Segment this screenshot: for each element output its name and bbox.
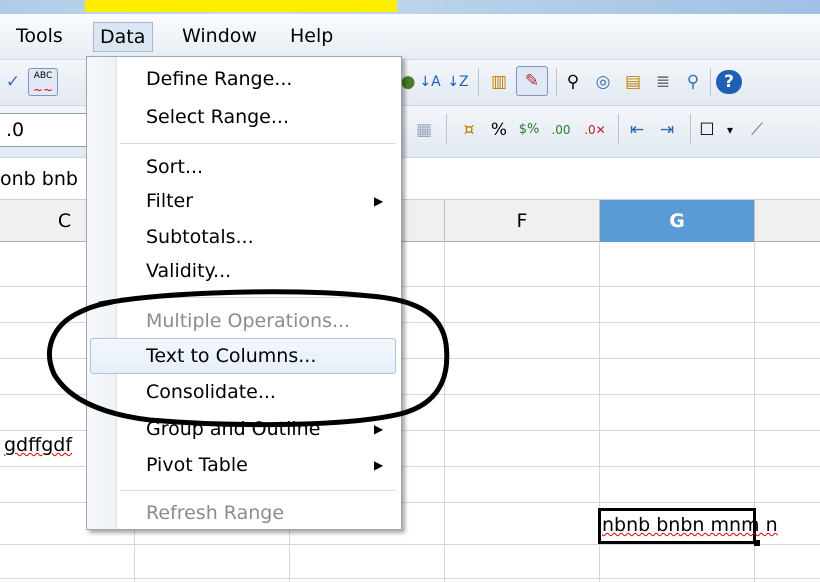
indent-decrease-icon[interactable]: ⇤ bbox=[624, 118, 650, 142]
spellcheck-icon[interactable]: ✓ bbox=[0, 70, 26, 94]
toolbar-separator bbox=[710, 68, 711, 96]
menu-item-define-range[interactable]: Define Range... bbox=[146, 64, 292, 94]
delete-decimal-icon[interactable]: .0✕ bbox=[582, 118, 608, 142]
add-decimal-icon[interactable]: .00 bbox=[548, 118, 574, 142]
toolbar-separator bbox=[618, 114, 619, 144]
toolbar-separator bbox=[690, 114, 691, 144]
menu-item-pivot-table[interactable]: Pivot Table bbox=[146, 450, 248, 480]
font-size-field[interactable]: .0 bbox=[0, 113, 88, 147]
title-highlight bbox=[85, 0, 397, 12]
row-gridline bbox=[0, 544, 820, 545]
menu-data-label: Data bbox=[100, 26, 146, 48]
toolbar-separator bbox=[478, 68, 479, 96]
menu-tools-label: Tools bbox=[16, 25, 63, 47]
gallery-icon[interactable]: ▤ bbox=[620, 70, 646, 94]
formula-content: onb bnb bbox=[0, 168, 78, 190]
border-dropdown-icon[interactable]: ▾ bbox=[722, 118, 738, 142]
chart-icon[interactable]: ▥ bbox=[486, 70, 512, 94]
help-icon[interactable]: ? bbox=[716, 70, 742, 94]
menu-item-refresh-range: Refresh Range bbox=[146, 502, 285, 524]
menu-window-label: Window bbox=[182, 25, 257, 47]
menu-window[interactable]: Window bbox=[176, 22, 263, 52]
menu-help[interactable]: Help bbox=[284, 22, 339, 52]
font-size-value: .0 bbox=[6, 119, 25, 141]
background-color-icon[interactable]: ⟋ bbox=[744, 118, 770, 142]
border-icon[interactable]: ☐ bbox=[694, 118, 720, 142]
hand-drawn-circle-annotation bbox=[47, 289, 450, 428]
merge-cells-icon[interactable]: ▦ bbox=[412, 118, 436, 142]
toolbar-separator bbox=[556, 68, 557, 96]
draw-icon[interactable]: ✎ bbox=[516, 66, 548, 96]
menu-item-validity[interactable]: Validity... bbox=[146, 256, 231, 286]
row-gridline bbox=[0, 578, 820, 579]
autospellcheck-icon[interactable]: ABC ~~ bbox=[28, 68, 58, 97]
cell-g-text[interactable]: nbnb bnbn mnm n bbox=[602, 512, 778, 538]
menu-tools[interactable]: Tools bbox=[10, 22, 69, 52]
column-header-h[interactable] bbox=[755, 200, 820, 242]
column-header-f[interactable]: F bbox=[445, 200, 600, 242]
percent-icon[interactable]: % bbox=[488, 118, 510, 142]
currency-icon[interactable]: ¤ bbox=[458, 118, 480, 142]
number-format-icon[interactable]: $% bbox=[516, 118, 542, 142]
datasource-icon[interactable]: ≣ bbox=[650, 70, 676, 94]
menu-separator bbox=[120, 143, 396, 144]
menu-help-label: Help bbox=[290, 25, 334, 47]
menu-data[interactable]: Data bbox=[93, 22, 153, 52]
column-header-g[interactable]: G bbox=[600, 200, 755, 242]
toolbar-separator bbox=[446, 114, 447, 144]
zoom-icon[interactable]: ⚲ bbox=[680, 70, 706, 94]
menu-item-sort[interactable]: Sort... bbox=[146, 152, 203, 182]
sort-ascending-icon[interactable]: ↓A bbox=[418, 70, 442, 94]
menu-item-select-range[interactable]: Select Range... bbox=[146, 102, 289, 132]
indent-increase-icon[interactable]: ⇥ bbox=[654, 118, 680, 142]
submenu-arrow-icon: ▶ bbox=[374, 458, 384, 472]
fill-handle[interactable] bbox=[754, 540, 760, 546]
navigator-icon[interactable]: ◎ bbox=[590, 70, 616, 94]
sort-descending-icon[interactable]: ↓Z bbox=[446, 70, 470, 94]
submenu-arrow-icon: ▶ bbox=[374, 194, 384, 208]
find-icon[interactable]: ⚲ bbox=[560, 70, 586, 94]
menu-separator bbox=[120, 490, 396, 491]
menu-item-subtotals[interactable]: Subtotals... bbox=[146, 222, 254, 252]
menu-item-filter[interactable]: Filter bbox=[146, 186, 193, 216]
